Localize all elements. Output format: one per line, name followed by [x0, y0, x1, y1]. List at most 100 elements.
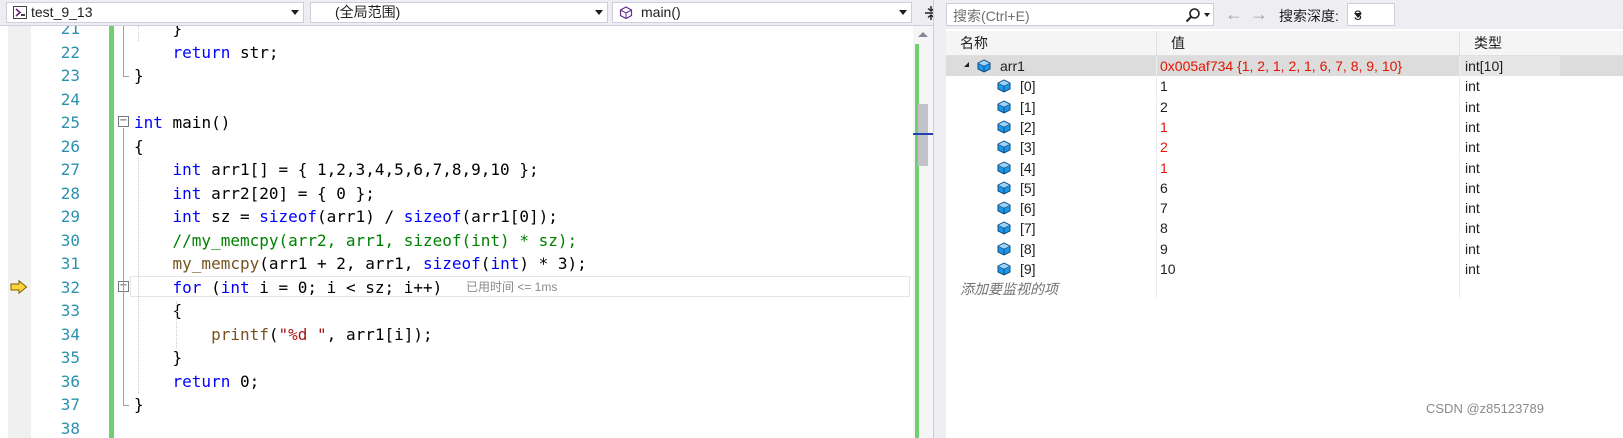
line-number: 32	[60, 277, 80, 297]
watch-row[interactable]: [3] 2 int	[946, 137, 1623, 157]
code-text[interactable]: printf("%d ", arr1[i]);	[134, 323, 433, 346]
column-header-value[interactable]: 值	[1157, 31, 1460, 55]
add-watch-row[interactable]: 添加要监视的项	[946, 279, 1623, 299]
function-dropdown[interactable]: main()	[612, 2, 912, 23]
code-line[interactable]: 37}	[0, 393, 913, 416]
code-text[interactable]: return str;	[134, 41, 279, 64]
code-editor: test_9_13 (全局范围) main() 21 } 22 return st…	[0, 0, 946, 438]
watch-name: [6]	[1020, 200, 1036, 216]
watch-row[interactable]: [8] 9 int	[946, 239, 1623, 259]
code-text[interactable]: return 0;	[134, 370, 260, 393]
collapse-icon[interactable]: −	[118, 116, 129, 127]
watch-name: [2]	[1020, 119, 1036, 135]
indent-guide	[138, 26, 139, 41]
code-text[interactable]: int arr1[] = { 1,2,3,4,5,6,7,8,9,10 };	[134, 158, 539, 181]
watch-name: [8]	[1020, 241, 1036, 257]
code-text[interactable]: for (int i = 0; i < sz; i++)	[134, 276, 443, 299]
pane-splitter[interactable]	[933, 0, 946, 438]
watch-value[interactable]: 6	[1157, 178, 1460, 198]
code-text[interactable]: {	[134, 299, 183, 322]
code-text[interactable]: int main()	[134, 111, 230, 134]
scrollbar-thumb[interactable]	[918, 104, 928, 166]
code-line[interactable]: 27 int arr1[] = { 1,2,3,4,5,6,7,8,9,10 }…	[0, 158, 913, 181]
watch-value[interactable]: 10	[1157, 259, 1460, 279]
variable-icon	[997, 242, 1011, 256]
watch-type: int	[1465, 160, 1480, 176]
watch-row[interactable]: [6] 7 int	[946, 198, 1623, 218]
code-line[interactable]: 22 return str;	[0, 41, 913, 64]
scrollbar-caret-marker	[913, 133, 935, 135]
code-line[interactable]: 23}	[0, 64, 913, 87]
watch-search-box[interactable]	[946, 3, 1214, 26]
code-text[interactable]: }	[134, 393, 144, 416]
watch-value[interactable]: 8	[1157, 218, 1460, 238]
line-number: 29	[60, 207, 80, 226]
watch-row[interactable]: [5] 6 int	[946, 178, 1623, 198]
code-text[interactable]: my_memcpy(arr1 + 2, arr1, sizeof(int) * …	[134, 252, 587, 275]
add-watch-placeholder[interactable]: 添加要监视的项	[960, 279, 1058, 299]
watch-row[interactable]: [0] 1 int	[946, 76, 1623, 96]
project-dropdown[interactable]: test_9_13	[6, 2, 304, 23]
watch-row[interactable]: [1] 2 int	[946, 97, 1623, 117]
code-line[interactable]: 21 }	[0, 26, 913, 40]
scope-dropdown[interactable]: (全局范围)	[310, 2, 608, 23]
line-number: 33	[60, 301, 80, 320]
watch-row[interactable]: [7] 8 int	[946, 218, 1623, 238]
chevron-down-icon[interactable]	[1204, 13, 1210, 17]
search-forward-icon[interactable]: →	[1250, 4, 1268, 24]
code-area[interactable]: 21 } 22 return str; 23} 24 25 int main() −26{2…	[0, 26, 913, 438]
code-line[interactable]: 32 for (int i = 0; i < sz; i++)−已用时间 <= …	[0, 275, 913, 299]
watch-value[interactable]: 7	[1157, 198, 1460, 218]
watch-type: int	[1465, 261, 1480, 277]
watch-row[interactable]: [2] 1 int	[946, 117, 1623, 137]
code-line[interactable]: 30 //my_memcpy(arr2, arr1, sizeof(int) *…	[0, 229, 913, 252]
code-line[interactable]: 29 int sz = sizeof(arr1) / sizeof(arr1[0…	[0, 205, 913, 228]
watch-value[interactable]: 2	[1157, 137, 1460, 157]
code-text[interactable]: }	[134, 26, 183, 40]
expand-icon[interactable]	[961, 62, 969, 67]
code-text[interactable]: int arr2[20] = { 0 };	[134, 182, 375, 205]
code-line[interactable]: 35 }	[0, 346, 913, 369]
watch-name-cell: [2]	[946, 117, 1157, 137]
watch-type: int	[1465, 220, 1480, 236]
watch-value[interactable]: 1	[1157, 117, 1460, 137]
code-line[interactable]: 26 {	[0, 135, 913, 158]
outline-line	[123, 26, 124, 76]
watch-value[interactable]: 2	[1157, 97, 1460, 117]
scroll-up-icon[interactable]	[918, 32, 928, 37]
code-line[interactable]: 25 int main() −	[0, 111, 913, 134]
code-line[interactable]: 28 int arr2[20] = { 0 };	[0, 182, 913, 205]
watch-value[interactable]: 1	[1157, 76, 1460, 96]
code-line[interactable]: 34 printf("%d ", arr1[i]);	[0, 323, 913, 346]
search-icon[interactable]	[1185, 7, 1201, 23]
vertical-scrollbar[interactable]	[913, 26, 935, 438]
line-number: 37	[60, 395, 80, 414]
watch-row[interactable]: [9] 10 int	[946, 259, 1623, 279]
code-line[interactable]: 36 return 0;	[0, 370, 913, 393]
code-text[interactable]: }	[134, 346, 183, 369]
watch-name-cell: [4]	[946, 158, 1157, 178]
code-text[interactable]: }	[134, 64, 144, 87]
watch-name: [9]	[1020, 261, 1036, 277]
code-text[interactable]: {	[134, 135, 144, 158]
code-line[interactable]: 33 {	[0, 299, 913, 322]
watch-value[interactable]: 9	[1157, 239, 1460, 259]
code-line[interactable]: 31 my_memcpy(arr1 + 2, arr1, sizeof(int)…	[0, 252, 913, 275]
perf-tip[interactable]: 已用时间 <= 1ms	[466, 276, 557, 299]
code-text[interactable]: int sz = sizeof(arr1) / sizeof(arr1[0]);	[134, 205, 558, 228]
code-line[interactable]: 38	[0, 417, 913, 438]
column-header-type[interactable]: 类型	[1460, 31, 1623, 55]
column-header-name[interactable]: 名称	[946, 31, 1157, 55]
watch-name: arr1	[1000, 58, 1025, 74]
watch-value[interactable]: 1	[1157, 158, 1460, 178]
watch-row[interactable]: arr1 0x005af734 {1, 2, 1, 2, 1, 6, 7, 8, …	[946, 56, 1623, 76]
watch-row[interactable]: [4] 1 int	[946, 158, 1623, 178]
search-depth-dropdown[interactable]: 3	[1347, 3, 1395, 26]
watch-value[interactable]: 0x005af734 {1, 2, 1, 2, 1, 6, 7, 8, 9, 1…	[1157, 56, 1460, 76]
code-line[interactable]: 24	[0, 88, 913, 111]
search-back-icon[interactable]: ←	[1225, 4, 1243, 24]
search-input[interactable]	[951, 6, 1175, 25]
code-text[interactable]: //my_memcpy(arr2, arr1, sizeof(int) * sz…	[134, 229, 578, 252]
variable-icon	[997, 140, 1011, 154]
execution-pointer-icon[interactable]	[10, 279, 28, 294]
